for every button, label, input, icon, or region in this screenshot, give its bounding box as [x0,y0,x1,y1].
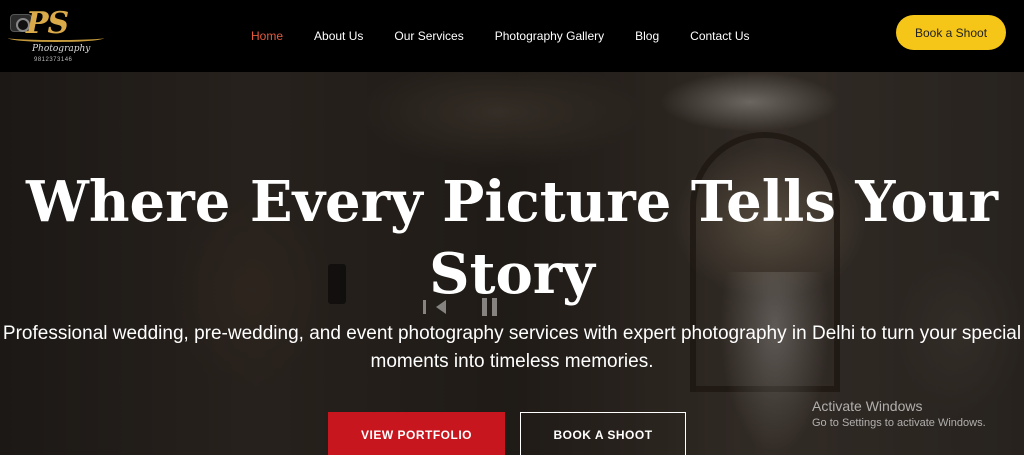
book-a-shoot-header-button[interactable]: Book a Shoot [896,15,1006,50]
nav-about-us[interactable]: About Us [314,29,363,43]
watermark-subtitle: Go to Settings to activate Windows. [812,417,986,429]
logo-swoosh [8,34,104,42]
hero-subtitle: Professional wedding, pre-wedding, and e… [2,323,1022,372]
previous-icon[interactable] [423,300,446,314]
book-a-shoot-hero-button[interactable]: BOOK A SHOOT [520,412,686,455]
hero-title: Where Every Picture Tells Your Story [25,169,999,307]
nav-home[interactable]: Home [251,29,283,43]
main-nav: Home About Us Our Services Photography G… [251,0,781,72]
logo-phone: 9812373146 [34,57,73,63]
site-header: PS Photography 9812373146 Home About Us … [0,0,1024,72]
nav-contact-us[interactable]: Contact Us [690,29,749,43]
pause-icon[interactable] [482,298,497,316]
nav-blog[interactable]: Blog [635,29,659,43]
windows-activation-watermark: Activate Windows Go to Settings to activ… [812,398,986,429]
site-logo[interactable]: PS Photography 9812373146 [6,4,106,66]
hero-section: Where Every Picture Tells Your Story Pro… [0,72,1024,455]
nav-our-services[interactable]: Our Services [394,29,463,43]
watermark-title: Activate Windows [812,398,923,414]
video-controls [423,297,497,317]
view-portfolio-button[interactable]: VIEW PORTFOLIO [328,412,505,455]
nav-photography-gallery[interactable]: Photography Gallery [495,29,604,43]
logo-tagline: Photography [32,44,91,54]
